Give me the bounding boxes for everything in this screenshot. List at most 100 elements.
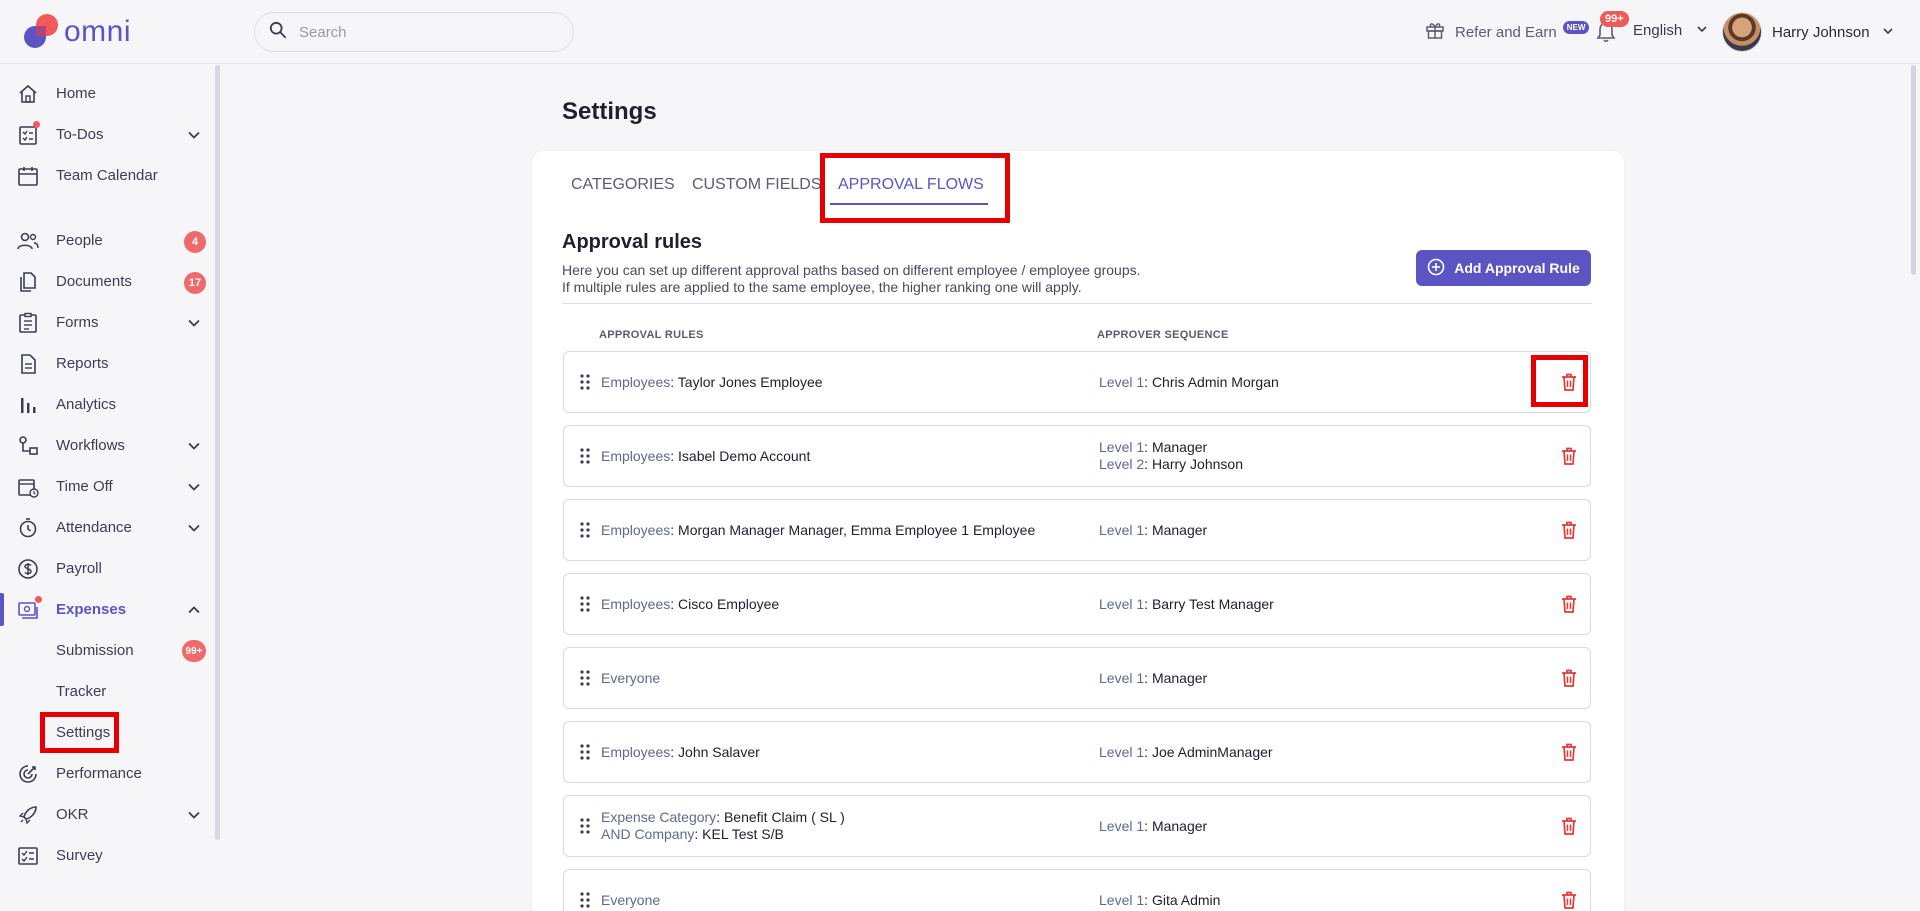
report-icon xyxy=(16,352,40,376)
sidebar-item-label: Home xyxy=(56,85,97,102)
chevron-down-icon[interactable] xyxy=(187,128,201,142)
rule-value: KEL Test S/B xyxy=(702,826,784,842)
language-selector[interactable]: English xyxy=(1633,22,1708,39)
rule-key: AND Company xyxy=(601,826,695,842)
level-value: Manager xyxy=(1151,670,1208,686)
trash-icon[interactable] xyxy=(1560,816,1578,836)
sidebar-subitem-tracker[interactable]: Tracker xyxy=(0,671,215,712)
rule-key: Employees xyxy=(601,744,671,760)
chevron-up-icon[interactable] xyxy=(187,603,201,617)
drag-handle-icon[interactable] xyxy=(580,669,590,687)
rule-value: Isabel Demo Account xyxy=(678,448,811,464)
trash-icon[interactable] xyxy=(1560,594,1578,614)
chevron-down-icon[interactable] xyxy=(187,808,201,822)
table-row[interactable]: Employees: John Salaver Level 1: Joe Adm… xyxy=(563,721,1591,783)
table-row[interactable]: Employees: Cisco Employee Level 1: Barry… xyxy=(563,573,1591,635)
sidebar-scrollbar[interactable] xyxy=(215,65,220,840)
table-row[interactable]: Expense Category: Benefit Claim ( SL ) A… xyxy=(563,795,1591,857)
approver-sequence: Level 1: Joe AdminManager xyxy=(1099,744,1273,760)
sidebar-item-survey[interactable]: Survey xyxy=(0,835,215,876)
rule-value: Morgan Manager Manager, Emma Employee 1 … xyxy=(678,522,1036,538)
sidebar-item-people[interactable]: People 4 xyxy=(0,220,215,261)
approver-sequence: Level 1: Manager Level 2: Harry Johnson xyxy=(1099,439,1243,472)
drag-handle-icon[interactable] xyxy=(580,595,590,613)
notification-count-badge: 99+ xyxy=(1600,11,1629,27)
trash-icon[interactable] xyxy=(1560,668,1578,688)
table-row[interactable]: Employees: Isabel Demo Account Level 1: … xyxy=(563,425,1591,487)
sidebar-item-workflows[interactable]: Workflows xyxy=(0,425,215,466)
rule-criteria: Employees: Morgan Manager Manager, Emma … xyxy=(601,522,1036,538)
sidebar-item-label: Tracker xyxy=(56,683,107,700)
search-input[interactable] xyxy=(299,23,549,41)
sidebar-item-performance[interactable]: Performance xyxy=(0,753,215,794)
count-badge: 99+ xyxy=(182,640,206,662)
sidebar-item-label: Time Off xyxy=(56,478,113,495)
rule-key: Employees xyxy=(601,596,671,612)
rule-key: Expense Category xyxy=(601,809,717,825)
count-badge: 4 xyxy=(184,231,206,253)
level-value: Manager xyxy=(1151,818,1208,834)
sidebar-item-analytics[interactable]: Analytics xyxy=(0,384,215,425)
omni-logo[interactable]: omni xyxy=(22,12,131,52)
drag-handle-icon[interactable] xyxy=(580,817,590,835)
section-description: Here you can set up different approval p… xyxy=(562,262,1141,296)
drag-handle-icon[interactable] xyxy=(580,447,590,465)
sidebar-item-reports[interactable]: Reports xyxy=(0,343,215,384)
sidebar-item-payroll[interactable]: Payroll xyxy=(0,548,215,589)
tab-categories[interactable]: CATEGORIES xyxy=(571,176,675,194)
user-menu[interactable]: Harry Johnson xyxy=(1722,12,1894,52)
chevron-down-icon[interactable] xyxy=(187,480,201,494)
table-row[interactable]: Everyone Level 1: Gita Admin xyxy=(563,869,1591,911)
sidebar-item-todos[interactable]: To-Dos xyxy=(0,114,215,155)
drag-handle-icon[interactable] xyxy=(580,891,590,909)
sidebar-item-label: OKR xyxy=(56,806,89,823)
level-key: Level 1 xyxy=(1099,374,1145,390)
trash-icon[interactable] xyxy=(1560,446,1578,466)
sidebar-subitem-submission[interactable]: Submission 99+ xyxy=(0,630,215,671)
rule-criteria: Employees: Taylor Jones Employee xyxy=(601,374,823,390)
search-box[interactable] xyxy=(254,12,574,52)
sidebar-item-attendance[interactable]: Attendance xyxy=(0,507,215,548)
rule-key: Employees xyxy=(601,374,671,390)
survey-icon xyxy=(16,844,40,868)
chevron-down-icon[interactable] xyxy=(187,439,201,453)
tab-custom-fields[interactable]: CUSTOM FIELDS xyxy=(692,176,822,194)
search-icon xyxy=(269,21,287,44)
drag-handle-icon[interactable] xyxy=(580,521,590,539)
approver-sequence: Level 1: Manager xyxy=(1099,818,1208,834)
sidebar-item-forms[interactable]: Forms xyxy=(0,302,215,343)
rule-key: Employees xyxy=(601,448,671,464)
trash-icon[interactable] xyxy=(1560,742,1578,762)
drag-handle-icon[interactable] xyxy=(580,373,590,391)
sidebar-item-label: Analytics xyxy=(56,396,117,413)
sidebar-item-home[interactable]: Home xyxy=(0,73,215,114)
approver-sequence: Level 1: Barry Test Manager xyxy=(1099,596,1274,612)
sidebar-item-okr[interactable]: OKR xyxy=(0,794,215,835)
level-value: Gita Admin xyxy=(1151,892,1221,908)
sidebar-item-expenses[interactable]: Expenses xyxy=(0,589,215,630)
sidebar-item-time-off[interactable]: Time Off xyxy=(0,466,215,507)
add-approval-rule-button[interactable]: Add Approval Rule xyxy=(1416,250,1591,286)
level-value: Chris Admin Morgan xyxy=(1151,374,1279,390)
sidebar-item-team-calendar[interactable]: Team Calendar xyxy=(0,155,215,196)
rule-value: Cisco Employee xyxy=(678,596,780,612)
drag-handle-icon[interactable] xyxy=(580,743,590,761)
refer-and-earn-link[interactable]: Refer and Earn NEW xyxy=(1425,20,1590,44)
sidebar-item-label: Reports xyxy=(56,355,109,372)
trash-icon[interactable] xyxy=(1560,520,1578,540)
trash-icon[interactable] xyxy=(1560,890,1578,910)
chevron-down-icon[interactable] xyxy=(187,521,201,535)
sidebar-item-documents[interactable]: Documents 17 xyxy=(0,261,215,302)
table-row[interactable]: Everyone Level 1: Manager xyxy=(563,647,1591,709)
top-bar: omni Refer and Earn NEW 99+ English Harr… xyxy=(0,0,1920,64)
refer-label: Refer and Earn xyxy=(1455,23,1557,41)
table-row[interactable]: Employees: Morgan Manager Manager, Emma … xyxy=(563,499,1591,561)
table-row[interactable]: Employees: Taylor Jones Employee Level 1… xyxy=(563,351,1591,413)
level-key: Level 1 xyxy=(1099,670,1145,686)
main-scrollbar[interactable] xyxy=(1911,65,1916,275)
count-badge: 17 xyxy=(184,272,206,294)
people-icon xyxy=(16,229,40,253)
rule-criteria: Employees: Cisco Employee xyxy=(601,596,780,612)
workflow-icon xyxy=(16,434,40,458)
chevron-down-icon[interactable] xyxy=(187,316,201,330)
